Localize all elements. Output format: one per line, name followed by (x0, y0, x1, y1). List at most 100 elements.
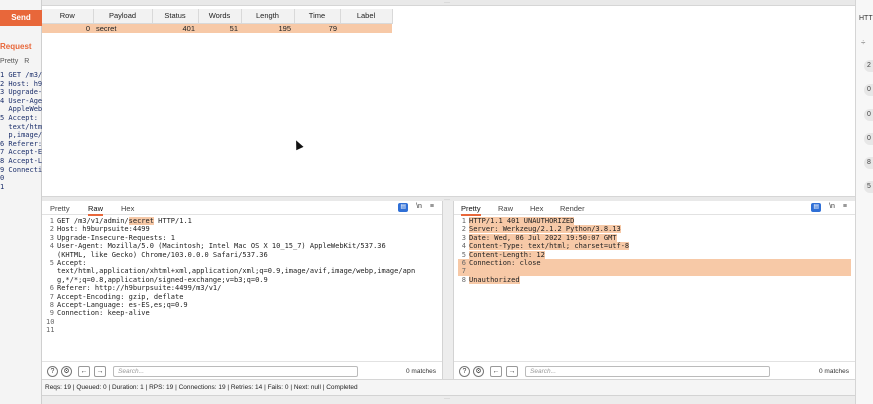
message-icon[interactable]: ▤ (398, 203, 409, 212)
code-line: p,image/ (0, 131, 43, 140)
settings-icon[interactable]: ⚙ (473, 366, 484, 377)
code-text: User-Agent: Mozilla/5.0 (Macintosh; Inte… (57, 242, 386, 251)
code-line: 5 Accept: (46, 259, 438, 267)
mouse-cursor-icon (292, 138, 304, 151)
request-heading: Request (0, 42, 32, 51)
line-number: 10 (46, 317, 55, 326)
right-row-number: 5 (864, 181, 873, 193)
tab-raw[interactable]: Raw (498, 204, 513, 213)
code-line: 1 HTTP/1.1 401 UNAUTHORIZED (458, 217, 851, 225)
attack-results-window: ··· Row Payload Status Words Length Time… (42, 0, 855, 404)
newline-icon[interactable]: \n (416, 203, 422, 210)
code-text: HTTP/1.1 401 UNAUTHORIZED (469, 217, 575, 225)
request-body[interactable]: 1 GET /m3/v1/admin/secret HTTP/1.1 2 Host: … (46, 217, 438, 335)
message-icon[interactable]: ▤ (811, 203, 822, 212)
line-number: 7 (461, 267, 466, 276)
menu-icon[interactable]: ≡ (430, 203, 434, 210)
send-button[interactable]: Send (0, 10, 42, 26)
search-input[interactable]: Search... (113, 366, 358, 377)
pane-divider[interactable] (443, 201, 453, 379)
code-line: 7 (458, 267, 851, 276)
code-text: Host: h9burpsuite:4499 (57, 225, 150, 234)
line-number: 5 (461, 250, 466, 259)
column-header-words[interactable]: Words (198, 9, 242, 24)
newline-icon[interactable]: \n (829, 203, 835, 210)
code-line: 1 (0, 182, 5, 191)
settings-icon[interactable]: ⚙ (61, 366, 72, 377)
right-row-number: 2 (864, 60, 873, 72)
code-line: 6 Referer: http://h9burpsuite:4499/m3/v1/ (46, 284, 438, 292)
code-line: 10 (46, 318, 438, 326)
previous-match-button[interactable]: ← (490, 366, 502, 377)
code-line: 7 Accept-E (0, 148, 43, 157)
line-number: 2 (461, 225, 466, 234)
code-line: 11 (46, 326, 438, 334)
cell-words: 51 (198, 23, 241, 33)
code-text: g,*/*;q=0.8,application/signed-exchange;… (57, 275, 268, 284)
code-text: Server: Werkzeug/2.1.2 Python/3.8.13 (469, 225, 621, 234)
tab-render[interactable]: Render (560, 204, 585, 213)
response-body[interactable]: 1 HTTP/1.1 401 UNAUTHORIZED 2 Server: Werkz… (458, 217, 851, 284)
code-line: 2 Server: Werkzeug/2.1.2 Python/3.8.13 (458, 225, 851, 234)
line-number: 4 (49, 242, 54, 251)
code-line: 2 Host: h9 (0, 79, 43, 88)
search-input[interactable]: Search... (525, 366, 770, 377)
tab-pretty[interactable]: Pretty (50, 204, 70, 213)
line-number: 3 (461, 233, 466, 242)
column-header-time[interactable]: Time (294, 9, 341, 24)
line-number: 5 (49, 259, 54, 268)
cell-status: 401 (152, 23, 198, 33)
code-line: 6 Referer: (0, 139, 43, 148)
previous-match-button[interactable]: ← (78, 366, 90, 377)
right-row-number: 0 (864, 84, 873, 96)
next-match-button[interactable]: → (506, 366, 518, 377)
line-number: 7 (49, 292, 54, 301)
line-number: 1 (461, 217, 466, 225)
right-row-number: 0 (864, 133, 873, 145)
column-header-row[interactable]: Row (42, 9, 94, 24)
column-header-label[interactable]: Label (340, 9, 393, 24)
tab-pretty[interactable]: Pretty (0, 58, 18, 65)
line-number: 8 (461, 275, 466, 284)
line-number: 2 (49, 225, 54, 234)
code-text: GET /m3/v1/admin/ (57, 217, 129, 225)
cell-length: 195 (241, 23, 294, 33)
code-line: 2 Host: h9burpsuite:4499 (46, 225, 438, 233)
bottom-split-handle[interactable]: ··· (42, 395, 855, 404)
code-text: Connection: close (469, 259, 541, 268)
code-text: Connection: keep-alive (57, 309, 150, 318)
code-line: 6 Connection: close (458, 259, 851, 268)
code-text: Content-Length: 12 (469, 250, 545, 259)
next-match-button[interactable]: → (94, 366, 106, 377)
background-request-body: 1 GET /m3/2 Host: h9 3 Upgrade- 4 User-Age… (0, 71, 42, 191)
match-count: 0 matches (406, 368, 436, 375)
line-number: 3 (49, 233, 54, 242)
code-line: 8 Unauthorized (458, 275, 851, 284)
tab-pretty[interactable]: Pretty (461, 204, 481, 216)
code-line: text/htm (0, 122, 43, 131)
code-text: Content-Type: text/html; charset=utf-8 (469, 242, 630, 251)
menu-icon[interactable]: ≡ (843, 203, 847, 210)
background-repeater-window: Send Request Pretty R 1 GET /m3/2 Host: h… (0, 0, 42, 404)
code-text: Unauthorized (469, 275, 520, 284)
code-line: AppleWeb (0, 105, 43, 114)
help-icon[interactable]: ? (47, 366, 58, 377)
column-header-status[interactable]: Status (152, 9, 199, 24)
column-header-length[interactable]: Length (241, 9, 295, 24)
tab-raw[interactable]: Raw (88, 204, 104, 216)
cell-time: 79 (294, 23, 340, 33)
table-row[interactable]: 0 secret 401 51 195 79 (42, 23, 392, 33)
help-icon[interactable]: ? (459, 366, 470, 377)
column-header-payload[interactable]: Payload (93, 9, 153, 24)
code-line: 1 GET /m3/ (0, 71, 43, 79)
cell-label (340, 23, 392, 33)
code-line: 0 (0, 174, 5, 183)
code-line: 3 Upgrade-Insecure-Requests: 1 (46, 234, 438, 242)
code-line: 8 Accept-Language: es-ES,es;q=0.9 (46, 301, 438, 309)
tab-raw-partial[interactable]: R (24, 58, 29, 65)
results-panel: Row Payload Status Words Length Time Lab… (42, 6, 855, 196)
response-pane: Pretty Raw Hex Render ▤ \n ≡ 1 HTTP/1.1 4… (453, 201, 855, 379)
tab-hex[interactable]: Hex (121, 204, 134, 213)
tab-hex[interactable]: Hex (530, 204, 543, 213)
right-row-number: 8 (864, 157, 873, 169)
